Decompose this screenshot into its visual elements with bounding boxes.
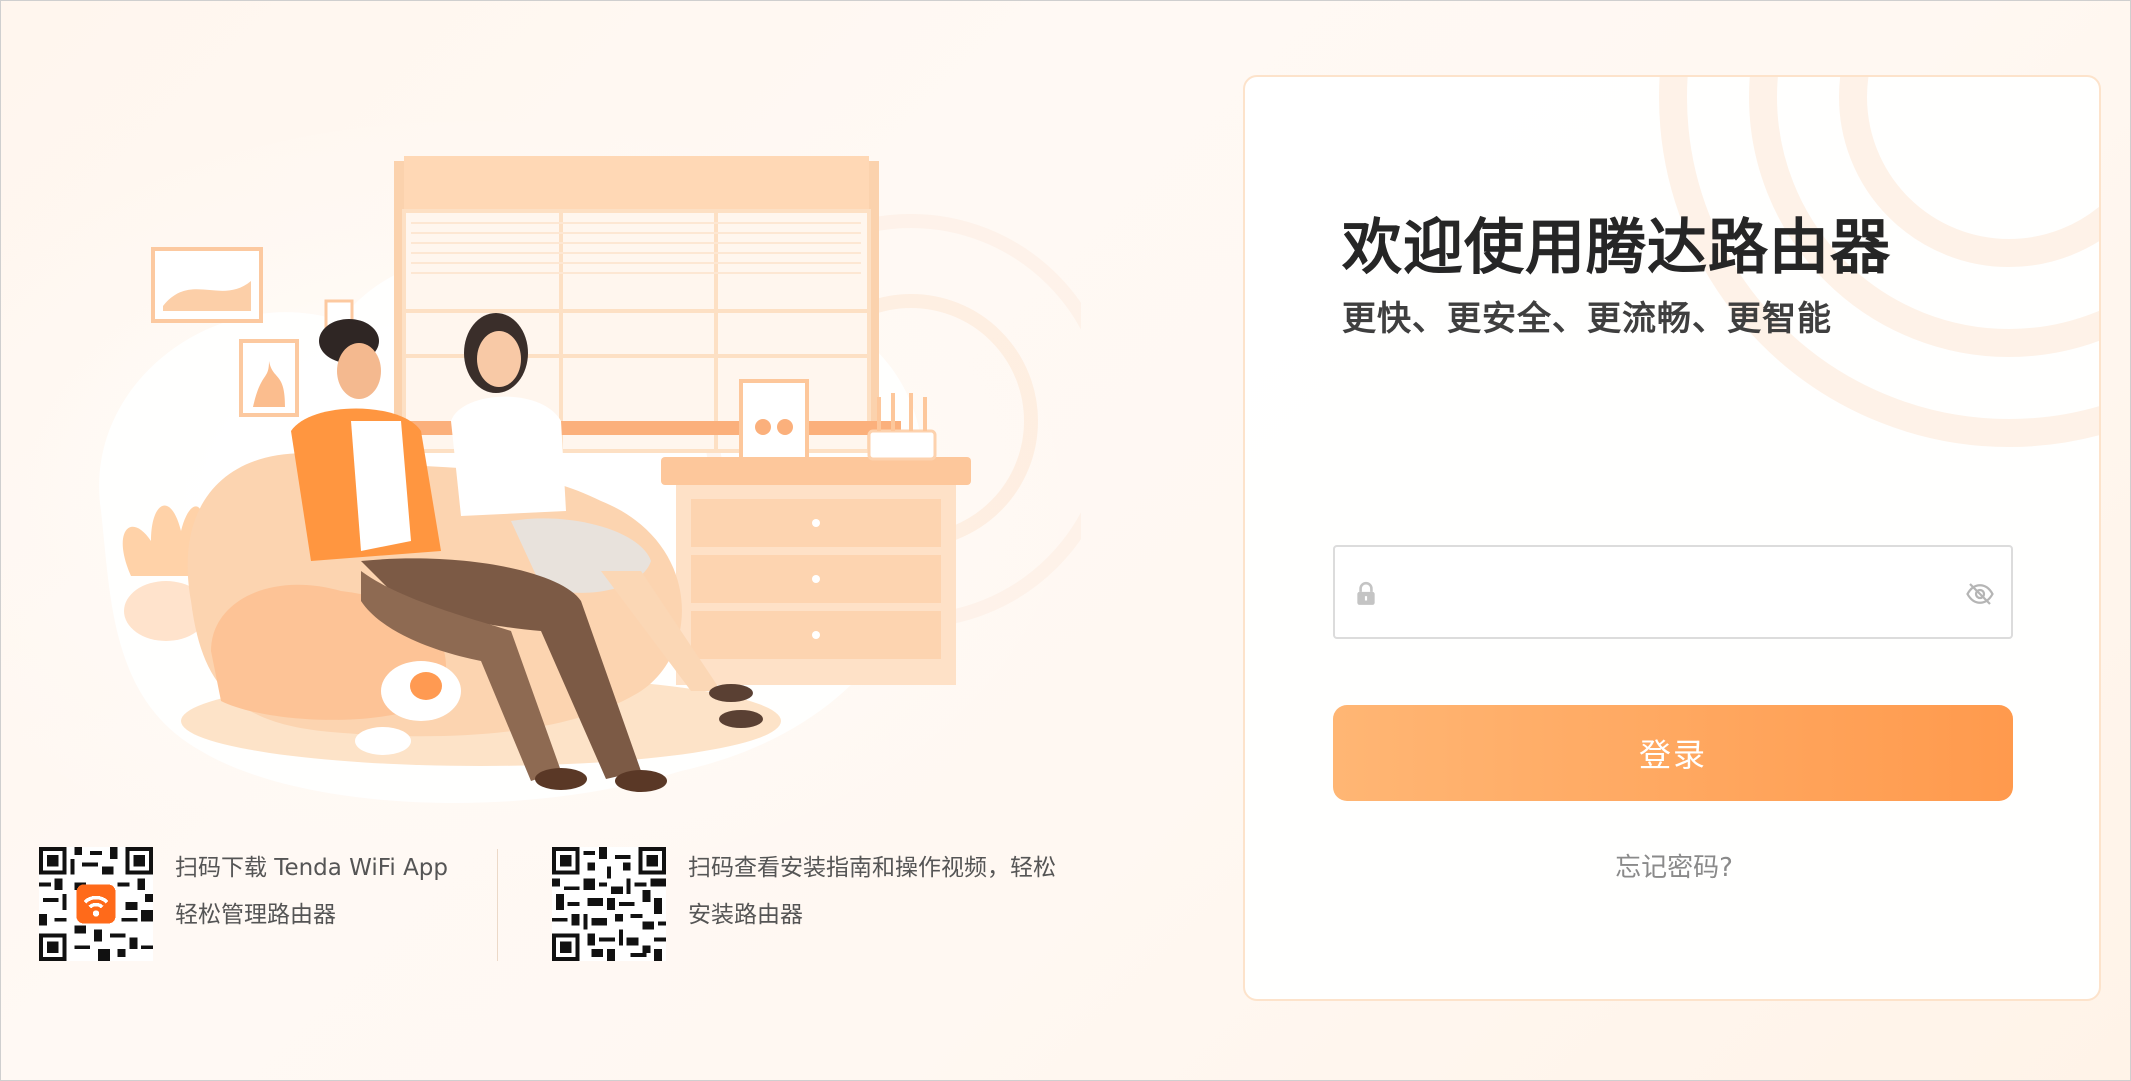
app-download-text: 扫码下载 Tenda WiFi App 轻松管理路由器 <box>175 845 448 939</box>
app-download-section: 扫码下载 Tenda WiFi App 轻松管理路由器 <box>39 847 448 961</box>
install-guide-text: 扫码查看安装指南和操作视频，轻松 安装路由器 <box>688 845 1056 939</box>
welcome-subtitle: 更快、更安全、更流畅、更智能 <box>1342 299 1832 339</box>
forgot-password-link[interactable]: 忘记密码? <box>1245 847 2099 884</box>
login-page: 扫码下载 Tenda WiFi App 轻松管理路由器 扫码查看安装指南和操作视… <box>0 0 2131 1081</box>
app-download-line-1: 扫码下载 Tenda WiFi App <box>175 855 449 881</box>
login-button[interactable]: 登录 <box>1333 705 2013 801</box>
install-guide-section: 扫码查看安装指南和操作视频，轻松 安装路由器 <box>552 847 1056 961</box>
install-guide-line-2: 安装路由器 <box>688 902 803 928</box>
living-room-illustration <box>41 131 1118 831</box>
password-input[interactable] <box>1399 547 1963 639</box>
welcome-title: 欢迎使用腾达路由器 <box>1342 213 1891 283</box>
lock-icon <box>1357 581 1375 605</box>
app-download-line-2: 轻松管理路由器 <box>175 902 336 928</box>
login-card: 欢迎使用腾达路由器 更快、更安全、更流畅、更智能 登录 忘记密码? <box>1243 75 2101 1001</box>
install-guide-line-1: 扫码查看安装指南和操作视频，轻松 <box>688 855 1056 881</box>
eye-off-icon[interactable] <box>1965 579 1995 609</box>
qr-divider <box>497 849 498 961</box>
qr-code-app[interactable] <box>39 847 153 961</box>
password-field[interactable] <box>1333 545 2013 639</box>
qr-code-guide[interactable] <box>552 847 666 961</box>
